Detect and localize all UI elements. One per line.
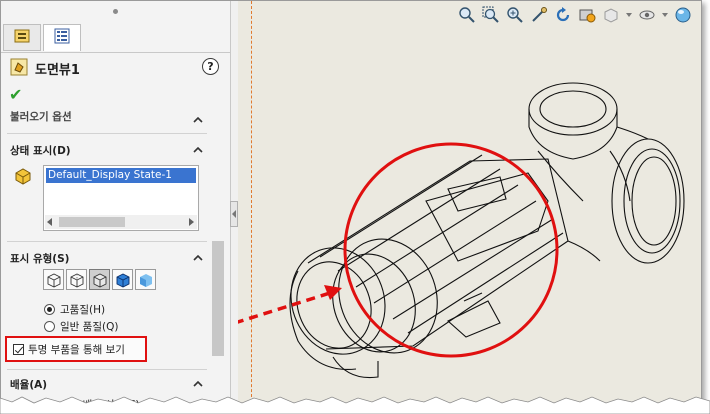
panel-scrollbar-thumb[interactable] [212, 241, 224, 356]
display-state-list[interactable]: Default_Display State-1 [43, 165, 199, 231]
display-state-header: 상태 표시(D) [10, 145, 71, 157]
display-state-icon [13, 167, 33, 189]
page-title: 도면뷰1 [35, 63, 80, 78]
solidworks-window: 도면뷰1 ? ✔ 불러오기 옵션 상태 표시(D) Default_Displa… [0, 0, 702, 408]
transparency-checkbox-label: 투명 부품을 통해 보기 [28, 344, 125, 356]
ok-check-icon[interactable]: ✔ [9, 85, 22, 104]
quality-draft-radio[interactable] [44, 321, 55, 332]
drawing-view-icon [10, 58, 28, 80]
scroll-right-icon[interactable] [189, 218, 194, 226]
hidden-lines-removed-button[interactable] [89, 269, 110, 290]
scroll-left-icon[interactable] [47, 218, 52, 226]
chevron-up-icon[interactable] [193, 147, 203, 153]
display-style-header: 표시 유형(S) [10, 253, 70, 265]
cropped-section-header: 불러오기 옵션 [10, 111, 72, 123]
panel-grip[interactable] [113, 9, 118, 14]
panel-collapse-handle[interactable] [230, 201, 238, 227]
quality-high-radio[interactable] [44, 304, 55, 315]
wireframe-icon [47, 273, 61, 288]
wireframe-button[interactable] [43, 269, 64, 290]
chevron-up-icon[interactable] [193, 255, 203, 261]
horizontal-scrollbar[interactable] [45, 215, 197, 229]
manager-tabs [1, 23, 230, 53]
shaded-button[interactable] [135, 269, 156, 290]
divider [7, 241, 207, 242]
property-manager-icon [53, 27, 71, 49]
tab-feature-tree[interactable] [3, 24, 41, 51]
transparency-checkbox[interactable] [13, 344, 24, 355]
divider [7, 369, 207, 370]
shaded-with-edges-icon [116, 273, 130, 288]
torn-edge [0, 396, 710, 414]
chevron-up-icon[interactable] [193, 117, 203, 123]
list-item[interactable]: Default_Display State-1 [46, 168, 196, 183]
chevron-up-icon[interactable] [193, 381, 203, 387]
hidden-lines-visible-icon [70, 273, 84, 288]
quality-high-label: 고품질(H) [60, 304, 106, 316]
quality-draft-label: 일반 품질(Q) [60, 321, 119, 333]
scale-section-header: 배율(A) [10, 379, 48, 391]
tab-property-manager[interactable] [43, 24, 81, 51]
divider [7, 133, 207, 134]
property-manager-panel: 도면뷰1 ? ✔ 불러오기 옵션 상태 표시(D) Default_Displa… [1, 1, 231, 407]
display-style-buttons [43, 269, 156, 290]
help-icon[interactable]: ? [202, 58, 219, 75]
hidden-lines-removed-icon [93, 273, 107, 288]
part-model-drawing [238, 82, 685, 379]
graphics-area[interactable] [238, 1, 701, 407]
feature-tree-icon [13, 27, 31, 49]
transparency-highlight-box: 투명 부품을 통해 보기 [5, 336, 147, 362]
scroll-thumb[interactable] [59, 217, 125, 227]
shaded-with-edges-button[interactable] [112, 269, 133, 290]
shaded-icon [140, 274, 152, 287]
hidden-lines-visible-button[interactable] [66, 269, 87, 290]
